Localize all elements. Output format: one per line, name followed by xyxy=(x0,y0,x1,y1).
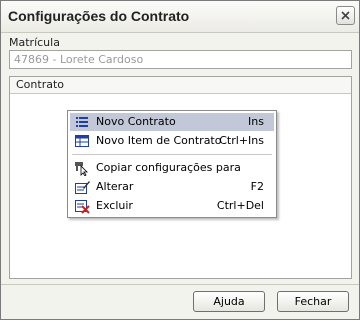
title-bar[interactable]: Configurações do Contrato xyxy=(1,1,359,32)
menu-separator xyxy=(72,154,272,155)
context-menu: Novo Contrato Ins Novo Item de Contrato … xyxy=(67,110,277,218)
menu-item-alterar[interactable]: Alterar F2 xyxy=(70,178,274,196)
menu-item-novo-contrato[interactable]: Novo Contrato Ins xyxy=(70,113,274,131)
matricula-field: 47869 - Lorete Cardoso xyxy=(9,50,352,69)
menu-item-label: Copiar configurações para xyxy=(96,161,241,174)
close-icon xyxy=(341,11,350,20)
menu-item-shortcut: F2 xyxy=(250,180,264,193)
menu-item-novo-item-contrato[interactable]: Novo Item de Contrato Ctrl+Ins xyxy=(70,132,274,150)
menu-item-shortcut: Ctrl+Ins xyxy=(219,134,264,147)
menu-item-label: Novo Item de Contrato xyxy=(96,134,222,147)
help-button[interactable]: Ajuda xyxy=(193,291,265,312)
edit-icon xyxy=(75,181,90,194)
copy-config-icon xyxy=(75,162,88,176)
menu-item-copiar-configuracoes[interactable]: Copiar configurações para xyxy=(70,159,274,177)
matricula-label: Matrícula xyxy=(9,36,60,49)
matricula-value: 47869 - Lorete Cardoso xyxy=(14,53,144,66)
close-dialog-button[interactable]: Fechar xyxy=(277,291,349,312)
window-title: Configurações do Contrato xyxy=(8,8,190,24)
menu-item-shortcut: Ctrl+Del xyxy=(216,199,264,212)
delete-icon xyxy=(75,200,90,214)
list-icon xyxy=(76,117,88,127)
menu-item-label: Excluir xyxy=(96,199,133,212)
title-divider xyxy=(1,32,359,33)
menu-item-label: Alterar xyxy=(96,180,134,193)
contrato-header-label: Contrato xyxy=(16,78,65,91)
table-icon xyxy=(75,135,89,147)
footer-divider xyxy=(1,284,359,285)
menu-item-label: Novo Contrato xyxy=(96,115,176,128)
close-button[interactable] xyxy=(336,6,355,25)
contrato-column-header[interactable]: Contrato xyxy=(10,77,351,94)
menu-item-shortcut: Ins xyxy=(248,115,264,128)
menu-item-excluir[interactable]: Excluir Ctrl+Del xyxy=(70,197,274,215)
